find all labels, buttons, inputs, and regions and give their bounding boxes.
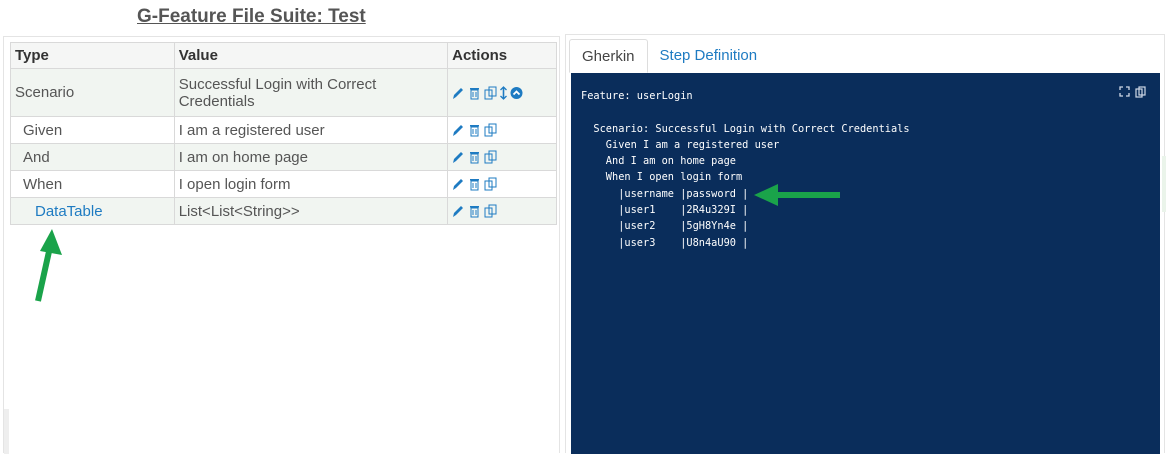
move-vertical-icon[interactable]	[500, 85, 508, 100]
preview-panel: Gherkin Step Definition Feature: userLog…	[565, 34, 1165, 454]
trash-icon[interactable]	[468, 177, 481, 191]
code-line: ​	[581, 104, 1150, 120]
annotation-arrow-left	[754, 184, 840, 206]
trash-icon[interactable]	[468, 150, 481, 164]
trash-icon[interactable]	[468, 204, 481, 218]
copy-icon[interactable]	[484, 123, 497, 137]
side-strip	[1162, 156, 1166, 212]
pencil-icon[interactable]	[452, 123, 465, 137]
table-row[interactable]: Given I am a registered user	[10, 116, 557, 144]
row-actions	[447, 197, 557, 225]
code-line: |username |password |	[581, 187, 749, 200]
table-row[interactable]: Scenario Successful Login with Correct C…	[10, 68, 557, 117]
code-line: And I am on home page	[581, 155, 736, 168]
expand-icon[interactable]	[1119, 86, 1130, 101]
tab-bar: Gherkin Step Definition	[569, 39, 770, 73]
code-toolbar	[1119, 86, 1146, 101]
code-line: |user2 |5gH8Yn4e |	[581, 220, 749, 233]
steps-table: Type Value Actions Scenario Successful L…	[10, 42, 557, 225]
scrollbar[interactable]	[4, 409, 9, 454]
row-value: I am on home page	[173, 143, 449, 171]
table-row[interactable]: DataTable List<List<String>>	[10, 197, 557, 225]
code-line: Given I am a registered user	[581, 138, 780, 151]
code-line: When I open login form	[581, 171, 743, 184]
row-value: List<List<String>>	[173, 197, 449, 225]
copy-icon[interactable]	[484, 204, 497, 218]
table-header-row: Type Value Actions	[10, 42, 557, 69]
pencil-icon[interactable]	[452, 150, 465, 164]
row-type: Scenario	[10, 68, 175, 117]
code-line: Feature: userLogin	[581, 90, 693, 102]
gherkin-code: Feature: userLogin ​ Scenario: Successful…	[581, 88, 1150, 251]
annotation-arrow-up	[35, 229, 62, 302]
copy-icon[interactable]	[484, 86, 497, 100]
header-actions: Actions	[447, 42, 557, 69]
row-type: When	[10, 170, 175, 198]
pencil-icon[interactable]	[452, 86, 465, 100]
suite-title: G-Feature File Suite: Test	[137, 6, 366, 27]
copy-code-icon[interactable]	[1135, 86, 1146, 101]
tab-gherkin[interactable]: Gherkin	[569, 39, 648, 73]
trash-icon[interactable]	[468, 123, 481, 137]
code-line: |user1 |2R4u329I |	[581, 204, 749, 217]
row-value: I open login form	[173, 170, 449, 198]
code-block: Feature: userLogin ​ Scenario: Successful…	[571, 73, 1160, 454]
steps-panel: Type Value Actions Scenario Successful L…	[3, 36, 560, 454]
row-actions	[447, 68, 557, 117]
chevron-up-circle-icon[interactable]	[510, 86, 523, 100]
pencil-icon[interactable]	[452, 177, 465, 191]
row-type-link[interactable]: DataTable	[10, 197, 175, 225]
header-type: Type	[10, 42, 175, 69]
table-row[interactable]: And I am on home page	[10, 143, 557, 171]
table-row[interactable]: When I open login form	[10, 170, 557, 198]
code-line: |user3 |U8n4aU90 |	[581, 236, 749, 249]
pencil-icon[interactable]	[452, 204, 465, 218]
row-type: And	[10, 143, 175, 171]
row-actions	[447, 143, 557, 171]
code-line: Scenario: Successful Login with Correct …	[581, 122, 910, 135]
row-value: Successful Login with Correct Credential…	[173, 68, 449, 117]
row-value: I am a registered user	[173, 116, 449, 144]
row-type: Given	[10, 116, 175, 144]
row-actions	[447, 170, 557, 198]
tab-step-definition[interactable]: Step Definition	[648, 39, 770, 71]
copy-icon[interactable]	[484, 150, 497, 164]
row-actions	[447, 116, 557, 144]
header-value: Value	[173, 42, 449, 69]
trash-icon[interactable]	[468, 86, 481, 100]
copy-icon[interactable]	[484, 177, 497, 191]
